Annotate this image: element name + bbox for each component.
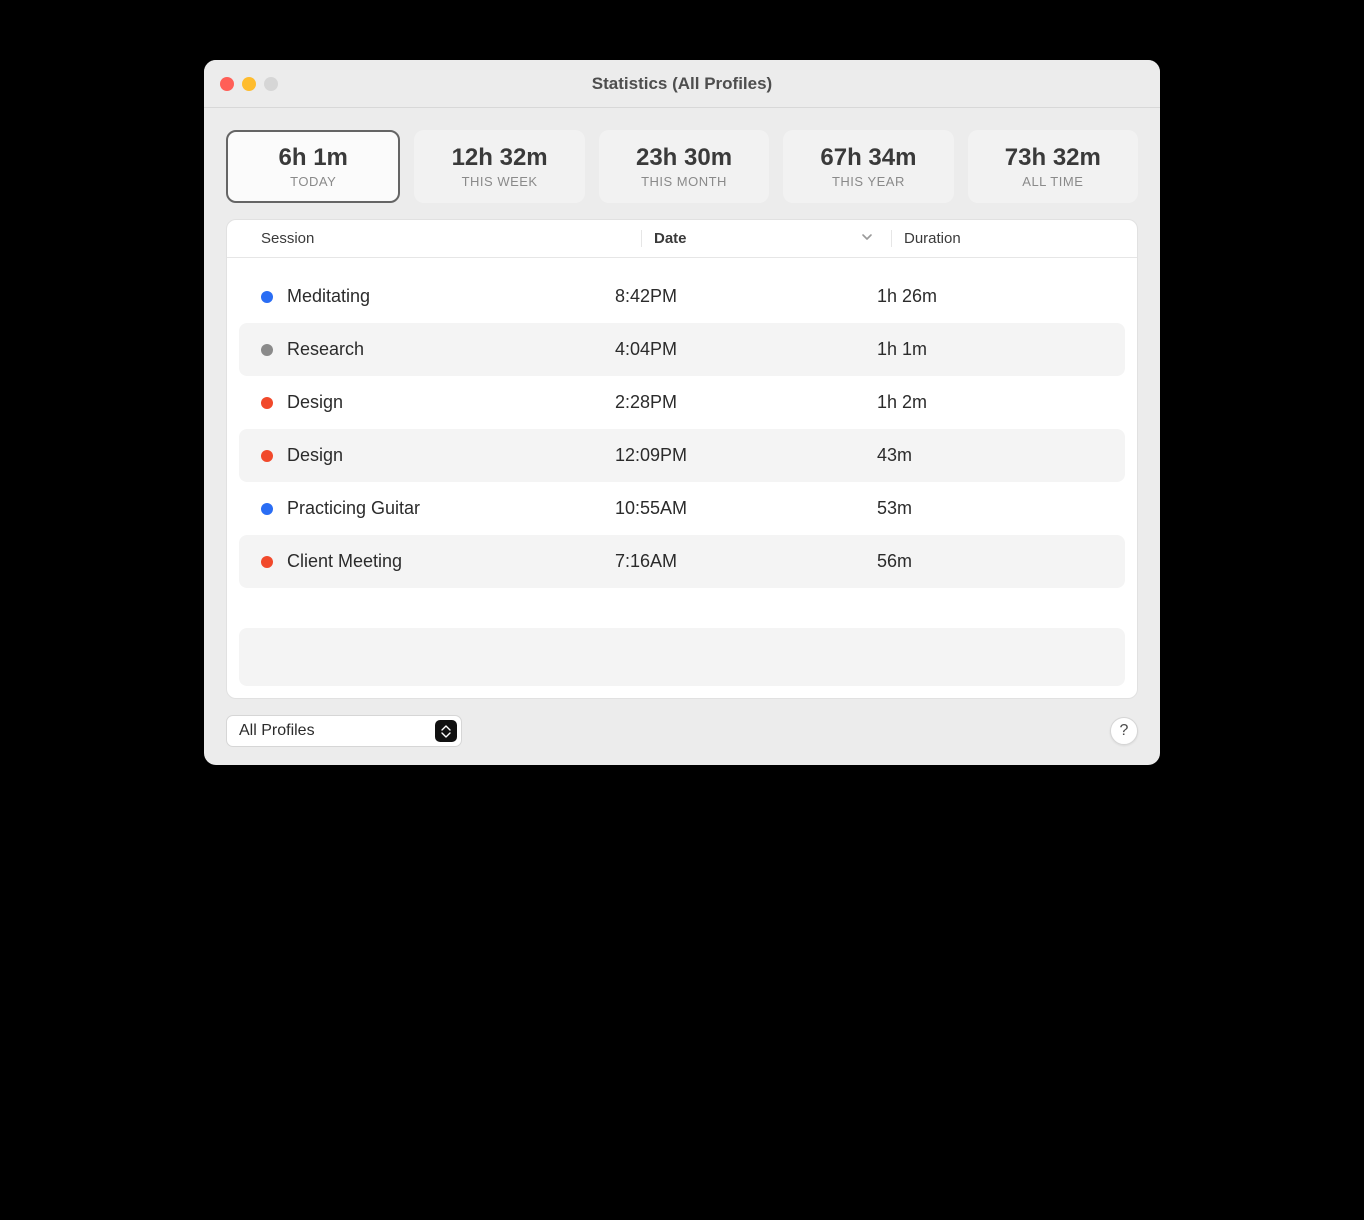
table-row[interactable]: Client Meeting 7:16AM 56m <box>239 535 1125 588</box>
profile-select-label: All Profiles <box>239 722 315 740</box>
duration-cell: 53m <box>877 498 1103 519</box>
table-row[interactable]: Meditating 8:42PM 1h 26m <box>239 270 1125 323</box>
table-row[interactable]: Research 4:04PM 1h 1m <box>239 323 1125 376</box>
session-cell: Practicing Guitar <box>261 498 615 519</box>
session-name: Meditating <box>287 286 370 307</box>
column-label: Date <box>654 230 687 247</box>
date-cell: 2:28PM <box>615 392 877 413</box>
column-label: Session <box>261 230 314 247</box>
help-icon: ? <box>1120 722 1129 740</box>
duration-cell: 1h 1m <box>877 339 1103 360</box>
close-button[interactable] <box>220 77 234 91</box>
minimize-button[interactable] <box>242 77 256 91</box>
session-name: Practicing Guitar <box>287 498 420 519</box>
column-duration[interactable]: Duration <box>891 230 1137 247</box>
table-row[interactable]: Practicing Guitar 10:55AM 53m <box>239 482 1125 535</box>
session-cell: Meditating <box>261 286 615 307</box>
summary-this-year[interactable]: 67h 34m THIS YEAR <box>783 130 953 203</box>
summary-label: THIS WEEK <box>414 174 584 189</box>
session-name: Client Meeting <box>287 551 402 572</box>
column-session[interactable]: Session <box>261 230 641 247</box>
table-row[interactable]: Design 2:28PM 1h 2m <box>239 376 1125 429</box>
color-dot-icon <box>261 556 273 568</box>
session-cell: Design <box>261 445 615 466</box>
table-header: Session Date Duration <box>227 220 1137 258</box>
summary-label: ALL TIME <box>968 174 1138 189</box>
duration-cell: 1h 2m <box>877 392 1103 413</box>
color-dot-icon <box>261 291 273 303</box>
content-area: 6h 1m TODAY 12h 32m THIS WEEK 23h 30m TH… <box>204 108 1160 715</box>
color-dot-icon <box>261 450 273 462</box>
summary-label: THIS MONTH <box>599 174 769 189</box>
session-cell: Design <box>261 392 615 413</box>
color-dot-icon <box>261 397 273 409</box>
window-title: Statistics (All Profiles) <box>204 74 1160 94</box>
chevron-down-icon <box>861 230 873 247</box>
session-name: Design <box>287 445 343 466</box>
color-dot-icon <box>261 503 273 515</box>
duration-cell: 43m <box>877 445 1103 466</box>
date-cell: 7:16AM <box>615 551 877 572</box>
date-cell: 10:55AM <box>615 498 877 519</box>
empty-row-area <box>239 628 1125 686</box>
titlebar: Statistics (All Profiles) <box>204 60 1160 108</box>
statistics-window: Statistics (All Profiles) 6h 1m TODAY 12… <box>204 60 1160 765</box>
help-button[interactable]: ? <box>1110 717 1138 745</box>
summary-this-month[interactable]: 23h 30m THIS MONTH <box>599 130 769 203</box>
table-row[interactable]: Design 12:09PM 43m <box>239 429 1125 482</box>
summary-this-week[interactable]: 12h 32m THIS WEEK <box>414 130 584 203</box>
footer: All Profiles ? <box>204 715 1160 765</box>
date-cell: 8:42PM <box>615 286 877 307</box>
summary-row: 6h 1m TODAY 12h 32m THIS WEEK 23h 30m TH… <box>226 130 1138 203</box>
summary-value: 23h 30m <box>599 144 769 172</box>
summary-label: TODAY <box>228 174 398 189</box>
traffic-lights <box>220 77 278 91</box>
duration-cell: 56m <box>877 551 1103 572</box>
summary-value: 12h 32m <box>414 144 584 172</box>
summary-value: 67h 34m <box>783 144 953 172</box>
duration-cell: 1h 26m <box>877 286 1103 307</box>
summary-value: 6h 1m <box>228 144 398 172</box>
sessions-table: Session Date Duration Meditating <box>226 219 1138 699</box>
summary-all-time[interactable]: 73h 32m ALL TIME <box>968 130 1138 203</box>
summary-value: 73h 32m <box>968 144 1138 172</box>
profile-select[interactable]: All Profiles <box>226 715 462 747</box>
date-cell: 4:04PM <box>615 339 877 360</box>
summary-today[interactable]: 6h 1m TODAY <box>226 130 400 203</box>
session-cell: Research <box>261 339 615 360</box>
updown-icon <box>435 720 457 742</box>
summary-label: THIS YEAR <box>783 174 953 189</box>
maximize-button[interactable] <box>264 77 278 91</box>
date-cell: 12:09PM <box>615 445 877 466</box>
session-name: Design <box>287 392 343 413</box>
session-cell: Client Meeting <box>261 551 615 572</box>
column-label: Duration <box>904 230 961 247</box>
color-dot-icon <box>261 344 273 356</box>
column-date[interactable]: Date <box>641 230 891 247</box>
session-name: Research <box>287 339 364 360</box>
table-body: Meditating 8:42PM 1h 26m Research 4:04PM… <box>227 258 1137 698</box>
